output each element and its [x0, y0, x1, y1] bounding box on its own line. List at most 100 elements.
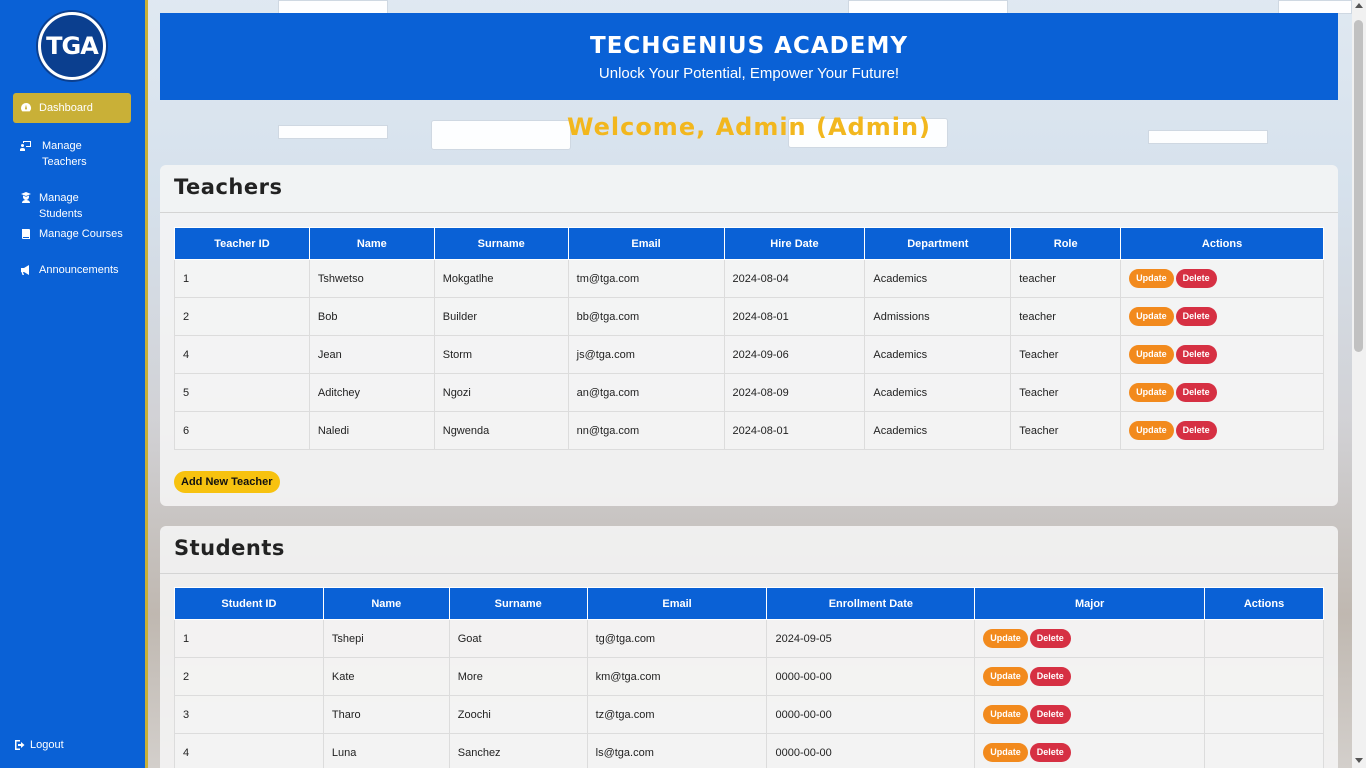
column-header[interactable]: Email [567, 227, 725, 260]
table-row: 5 Aditchey Ngozi an@tga.com 2024-08-09 A… [174, 373, 1324, 412]
teacher-department: Academics [864, 373, 1012, 412]
update-button[interactable]: Update [1129, 269, 1174, 288]
logout-label: Logout [30, 739, 64, 751]
sidebar-item-manage-courses[interactable]: Manage Courses [13, 220, 131, 248]
table-row: 6 Naledi Ngwenda nn@tga.com 2024-08-01 A… [174, 411, 1324, 450]
site-title: TECHGENIUS ACADEMY [590, 33, 908, 59]
student-id: 2 [174, 657, 324, 696]
update-button[interactable]: Update [1129, 421, 1174, 440]
teacher-role: Teacher [1010, 335, 1122, 374]
teacher-hire-date: 2024-08-04 [723, 259, 866, 298]
column-header[interactable]: Department [864, 227, 1012, 260]
teacher-hire-date: 2024-08-01 [723, 411, 866, 450]
teacher-role: teacher [1010, 259, 1122, 298]
delete-button[interactable]: Delete [1175, 307, 1217, 326]
delete-button[interactable]: Delete [1029, 743, 1071, 762]
divider [160, 212, 1338, 213]
table-row: 3 Tharo Zoochi tz@tga.com 0000-00-00 Upd… [174, 695, 1324, 734]
book-icon [19, 228, 33, 240]
student-id: 3 [174, 695, 324, 734]
teacher-name: Bob [308, 297, 435, 336]
scroll-up-arrow-icon[interactable] [1355, 3, 1363, 8]
teachers-panel: Teachers Teacher ID Name Surname Email H… [160, 165, 1338, 506]
table-row: 1 Tshepi Goat tg@tga.com 2024-09-05 Upda… [174, 619, 1324, 658]
sidebar-item-announcements[interactable]: Announcements [13, 256, 131, 284]
student-name: Tshepi [322, 619, 450, 658]
sidebar-item-dashboard[interactable]: Dashboard [13, 93, 131, 123]
update-button[interactable]: Update [983, 705, 1028, 724]
teacher-surname: Ngwenda [433, 411, 569, 450]
column-header[interactable]: Major [974, 587, 1206, 620]
teacher-role: teacher [1010, 297, 1122, 336]
update-button[interactable]: Update [1129, 383, 1174, 402]
teacher-name: Tshwetso [308, 259, 435, 298]
student-name: Tharo [322, 695, 450, 734]
table-row: 4 Luna Sanchez ls@tga.com 0000-00-00 Upd… [174, 733, 1324, 768]
column-header[interactable]: Hire Date [723, 227, 866, 260]
sidebar: TGA Dashboard Manage Teachers Manage Stu… [0, 0, 145, 768]
student-enrollment-date: 0000-00-00 [766, 657, 976, 696]
tga-logo[interactable]: TGA [38, 12, 106, 80]
update-button[interactable]: Update [983, 629, 1028, 648]
actions-cell: Update Delete [1120, 373, 1324, 412]
logout-button[interactable]: Logout [13, 739, 64, 751]
teacher-id: 5 [174, 373, 310, 412]
teacher-surname: Mokgatlhe [433, 259, 569, 298]
teacher-role: Teacher [1010, 411, 1122, 450]
logout-icon [13, 739, 27, 751]
teacher-name: Naledi [308, 411, 435, 450]
column-header[interactable]: Email [586, 587, 768, 620]
update-button[interactable]: Update [1129, 307, 1174, 326]
column-header[interactable]: Surname [433, 227, 569, 260]
empty-cell [1204, 695, 1324, 734]
scrollbar-thumb[interactable] [1354, 20, 1363, 352]
student-id: 4 [174, 733, 324, 768]
teacher-email: js@tga.com [567, 335, 725, 374]
column-header[interactable]: Actions [1120, 227, 1324, 260]
teacher-department: Admissions [864, 297, 1012, 336]
delete-button[interactable]: Delete [1029, 667, 1071, 686]
student-enrollment-date: 0000-00-00 [766, 695, 976, 734]
sidebar-item-label: Manage Courses [39, 228, 123, 240]
delete-button[interactable]: Delete [1175, 421, 1217, 440]
teacher-hire-date: 2024-09-06 [723, 335, 866, 374]
actions-cell: Update Delete [974, 695, 1206, 734]
add-new-teacher-button[interactable]: Add New Teacher [174, 471, 280, 493]
update-button[interactable]: Update [983, 743, 1028, 762]
scroll-down-arrow-icon[interactable] [1355, 758, 1363, 763]
delete-button[interactable]: Delete [1029, 629, 1071, 648]
table-row: 2 Bob Builder bb@tga.com 2024-08-01 Admi… [174, 297, 1324, 336]
megaphone-icon [19, 264, 33, 276]
column-header[interactable]: Surname [448, 587, 588, 620]
column-header[interactable]: Actions [1204, 587, 1324, 620]
sidebar-item-label: Dashboard [39, 102, 93, 114]
update-button[interactable]: Update [983, 667, 1028, 686]
column-header[interactable]: Student ID [174, 587, 324, 620]
logo-text: TGA [46, 32, 99, 60]
teacher-email: nn@tga.com [567, 411, 725, 450]
teacher-hire-date: 2024-08-09 [723, 373, 866, 412]
delete-button[interactable]: Delete [1175, 269, 1217, 288]
student-surname: Sanchez [448, 733, 588, 768]
column-header[interactable]: Teacher ID [174, 227, 310, 260]
teacher-email: bb@tga.com [567, 297, 725, 336]
delete-button[interactable]: Delete [1175, 345, 1217, 364]
sidebar-item-manage-teachers[interactable]: Manage Teachers [13, 132, 131, 176]
column-header[interactable]: Enrollment Date [766, 587, 976, 620]
sidebar-item-label: Announcements [39, 264, 119, 276]
dashboard-icon [19, 102, 33, 114]
column-header[interactable]: Name [308, 227, 435, 260]
teacher-surname: Builder [433, 297, 569, 336]
column-header[interactable]: Name [322, 587, 450, 620]
update-button[interactable]: Update [1129, 345, 1174, 364]
teacher-department: Academics [864, 411, 1012, 450]
delete-button[interactable]: Delete [1175, 383, 1217, 402]
teacher-id: 2 [174, 297, 310, 336]
delete-button[interactable]: Delete [1029, 705, 1071, 724]
table-header-row: Student ID Name Surname Email Enrollment… [174, 587, 1324, 620]
actions-cell: Update Delete [1120, 411, 1324, 450]
column-header[interactable]: Role [1010, 227, 1122, 260]
student-surname: Goat [448, 619, 588, 658]
student-name: Luna [322, 733, 450, 768]
teachers-title: Teachers [174, 175, 283, 199]
